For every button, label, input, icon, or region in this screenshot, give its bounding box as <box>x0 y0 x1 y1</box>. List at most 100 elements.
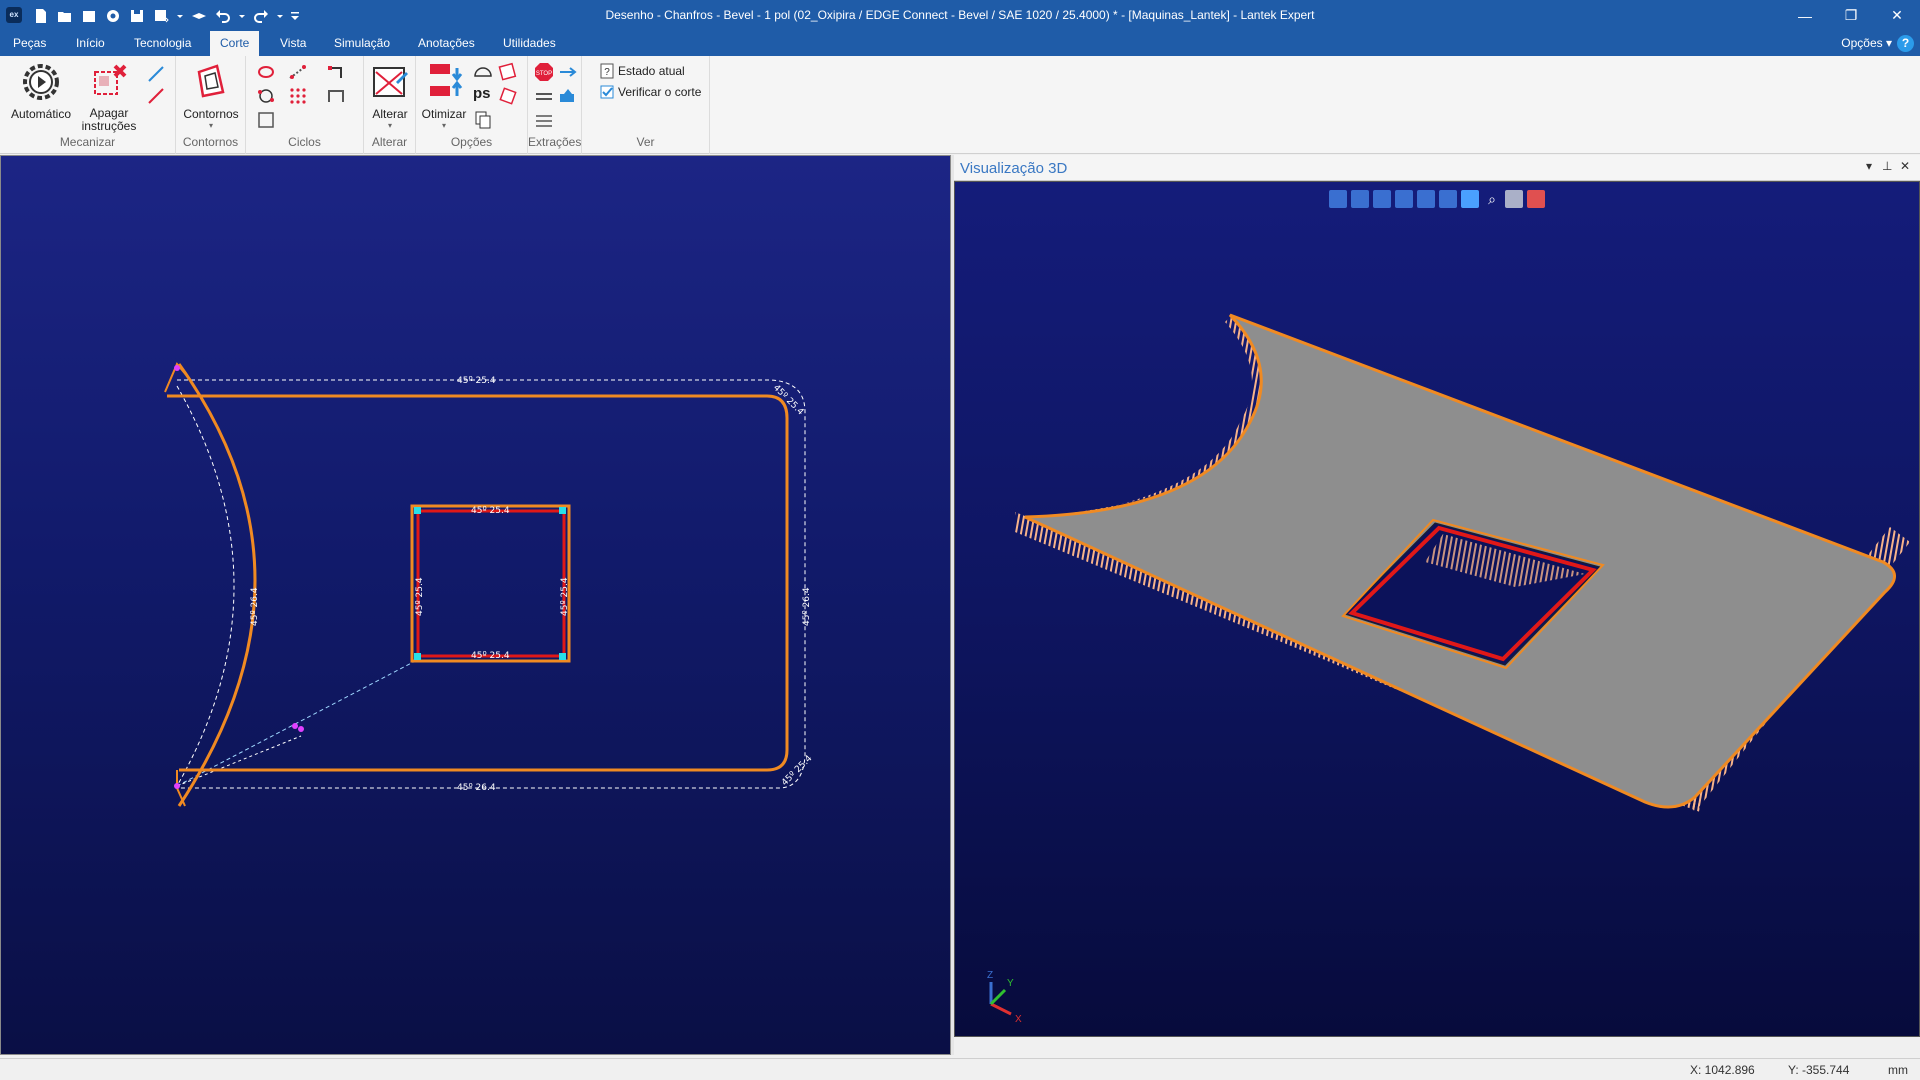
minimize-button[interactable]: — <box>1782 0 1828 31</box>
group-extracoes: STOP Extrações <box>528 56 582 154</box>
group-alterar: Alterar ▾ Alterar <box>364 56 416 154</box>
customize-toolbar-icon[interactable] <box>290 7 300 25</box>
optimize-button[interactable]: Otimizar ▾ <box>420 62 468 130</box>
contours-button[interactable]: Contornos ▾ <box>179 62 243 130</box>
panel-3d-header: Visualização 3D ▾ ⊥ ✕ <box>954 155 1920 181</box>
panel-pin-button[interactable]: ⊥ <box>1882 159 1892 173</box>
alter-button[interactable]: Alterar ▾ <box>367 62 413 130</box>
label-left-arc: 45º 26.4 <box>250 587 260 626</box>
group-ciclos: Ciclos <box>246 56 364 154</box>
inner-contour-outer <box>410 504 571 663</box>
save-icon[interactable] <box>128 7 146 25</box>
extract-stack-icon[interactable] <box>534 110 554 130</box>
restore-button[interactable]: ❐ <box>1828 0 1874 31</box>
open-file-icon[interactable] <box>56 7 74 25</box>
alter-icon <box>373 67 408 97</box>
panel-close-button[interactable]: ✕ <box>1900 159 1910 173</box>
tab-corte[interactable]: Corte <box>210 31 260 56</box>
bridge-icon[interactable] <box>326 62 346 82</box>
label-top-right-corner: 45º 25.4 <box>771 383 806 418</box>
tab-vista[interactable]: Vista <box>270 31 316 56</box>
quick-access-toolbar <box>32 5 300 27</box>
tab-utilidades[interactable]: Utilidades <box>493 31 566 56</box>
arc-contour <box>177 363 257 807</box>
ps-icon[interactable]: ps <box>473 84 493 104</box>
options-menu[interactable]: Opções ▾ <box>1841 36 1892 50</box>
status-y-coord: Y: -355.744 <box>1788 1063 1850 1077</box>
line-remove-icon[interactable] <box>146 86 166 106</box>
contours-icon <box>197 64 225 98</box>
inner-contour-red <box>416 509 566 658</box>
label-inner-left: 45º 25.4 <box>415 577 425 616</box>
axis-z-label: Z <box>987 970 993 981</box>
redo-icon[interactable] <box>252 7 270 25</box>
bridge-join-icon[interactable] <box>326 86 346 106</box>
new-file-icon[interactable] <box>32 7 50 25</box>
layer-rotate-icon[interactable] <box>498 86 518 106</box>
optimize-icon <box>430 64 463 96</box>
help-button[interactable]: ? <box>1897 35 1914 52</box>
check-icon <box>600 85 614 99</box>
label-inner-top: 45º 25.4 <box>471 506 510 516</box>
group-label-alterar: Alterar <box>371 135 408 149</box>
delete-instructions-button[interactable]: Apagar instruções <box>76 62 142 133</box>
outer-contour <box>167 394 789 772</box>
question-doc-icon: ? <box>600 63 614 79</box>
chevron-down-icon[interactable] <box>238 7 246 25</box>
cap-icon[interactable] <box>473 62 493 82</box>
settings-icon[interactable] <box>104 7 122 25</box>
extract-arrow-icon[interactable] <box>558 62 578 82</box>
ribbon-tabs: Peças Início Tecnologia Corte Vista Simu… <box>0 31 1920 56</box>
view-3d-canvas[interactable]: ⌕ Z Y X <box>954 181 1920 1037</box>
label-top: 45º 25.4 <box>457 376 496 386</box>
group-label-opcoes: Opções <box>450 135 493 149</box>
grid-points-icon[interactable] <box>288 86 308 106</box>
axis-x-label: X <box>1015 1014 1022 1025</box>
extract-lines-icon[interactable] <box>534 86 554 106</box>
extract-truck-icon[interactable] <box>558 86 578 106</box>
ribbon: Automático Apagar instruções Mecanizar C… <box>0 56 1920 154</box>
group-label-extracoes: Extrações <box>528 135 582 149</box>
tab-tecnologia[interactable]: Tecnologia <box>124 31 201 56</box>
group-label-ciclos: Ciclos <box>288 135 321 149</box>
panel-dropdown-button[interactable]: ▾ <box>1866 159 1872 173</box>
hat-icon[interactable] <box>190 7 208 25</box>
save-as-icon[interactable] <box>152 7 170 25</box>
verify-cut-item[interactable]: Verificar o corte <box>600 84 701 100</box>
status-x-coord: X: 1042.896 <box>1690 1063 1755 1077</box>
layer-icon[interactable] <box>498 62 518 82</box>
tab-simulacao[interactable]: Simulação <box>324 31 400 56</box>
app-icon[interactable]: ex <box>6 7 22 23</box>
tab-pecas[interactable]: Peças <box>3 31 56 56</box>
tab-anotacoes[interactable]: Anotações <box>408 31 485 56</box>
stop-icon[interactable]: STOP <box>534 62 554 82</box>
chevron-down-icon[interactable] <box>176 7 184 25</box>
micro-joints-icon[interactable] <box>256 86 276 106</box>
group-contornos: Contornos ▾ Contornos <box>176 56 246 154</box>
copy-doc-icon[interactable] <box>473 110 493 130</box>
rectangle-cycle-icon[interactable] <box>256 110 276 130</box>
drawing-canvas[interactable]: 45º 25.4 45º 26.4 45º 26.4 45º 26.4 45º … <box>0 155 951 1055</box>
group-mecanizar: Automático Apagar instruções Mecanizar <box>0 56 176 154</box>
outer-offset-path <box>177 379 806 789</box>
undo-icon[interactable] <box>214 7 232 25</box>
dotted-line-icon[interactable] <box>288 62 308 82</box>
close-button[interactable]: ✕ <box>1874 0 1920 31</box>
group-label-contornos: Contornos <box>182 135 239 149</box>
label-inner-right: 45º 25.4 <box>560 577 570 616</box>
label-right-edge: 45º 26.4 <box>802 587 812 626</box>
current-state-item[interactable]: ? Estado atual <box>600 63 685 79</box>
library-icon[interactable] <box>80 7 98 25</box>
automatic-button[interactable]: Automático <box>8 62 74 121</box>
svg-text:?: ? <box>604 67 610 78</box>
line-cut-icon[interactable] <box>146 64 166 84</box>
panel-3d-title: Visualização 3D <box>960 160 1068 177</box>
status-bar: X: 1042.896 Y: -355.744 mm <box>0 1058 1920 1080</box>
circle-cycle-icon[interactable] <box>256 62 276 82</box>
inner-corner-markers <box>414 507 566 660</box>
label-inner-bottom: 45º 25.4 <box>471 651 510 661</box>
tab-inicio[interactable]: Início <box>66 31 115 56</box>
chevron-down-icon[interactable] <box>276 7 284 25</box>
gear-play-icon <box>23 64 59 100</box>
pierce-markers <box>174 365 304 789</box>
